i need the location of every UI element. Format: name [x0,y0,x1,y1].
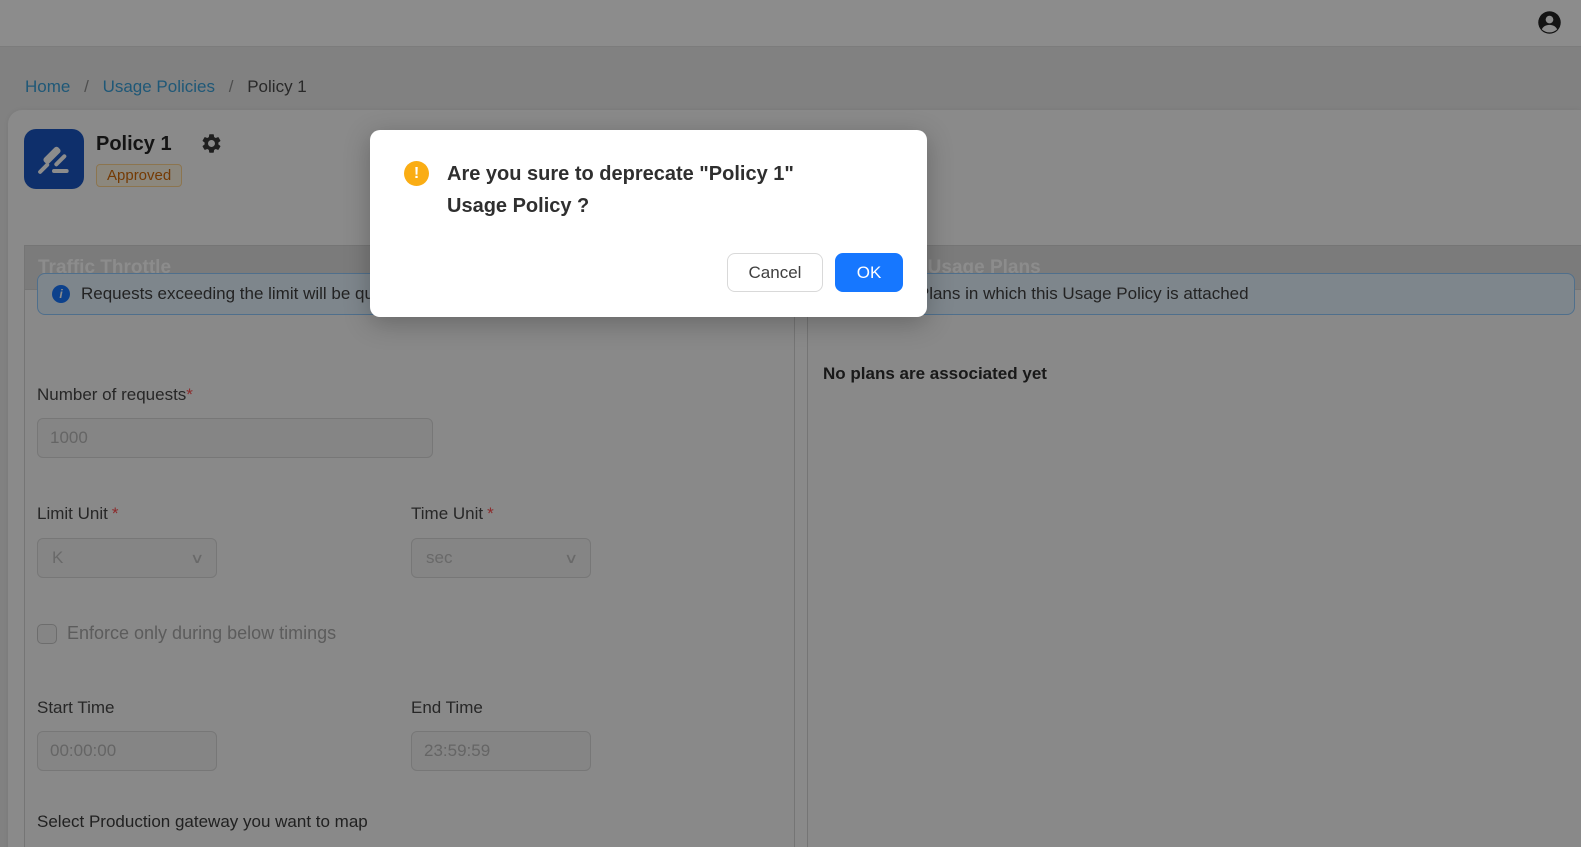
modal-message: Are you sure to deprecate "Policy 1" Usa… [447,163,794,217]
deprecate-confirm-modal: ! Are you sure to deprecate "Policy 1" U… [370,130,927,317]
modal-mask[interactable] [0,0,1581,847]
warning-icon: ! [404,161,429,186]
ok-button[interactable]: OK [835,253,903,292]
cancel-button[interactable]: Cancel [727,253,823,292]
